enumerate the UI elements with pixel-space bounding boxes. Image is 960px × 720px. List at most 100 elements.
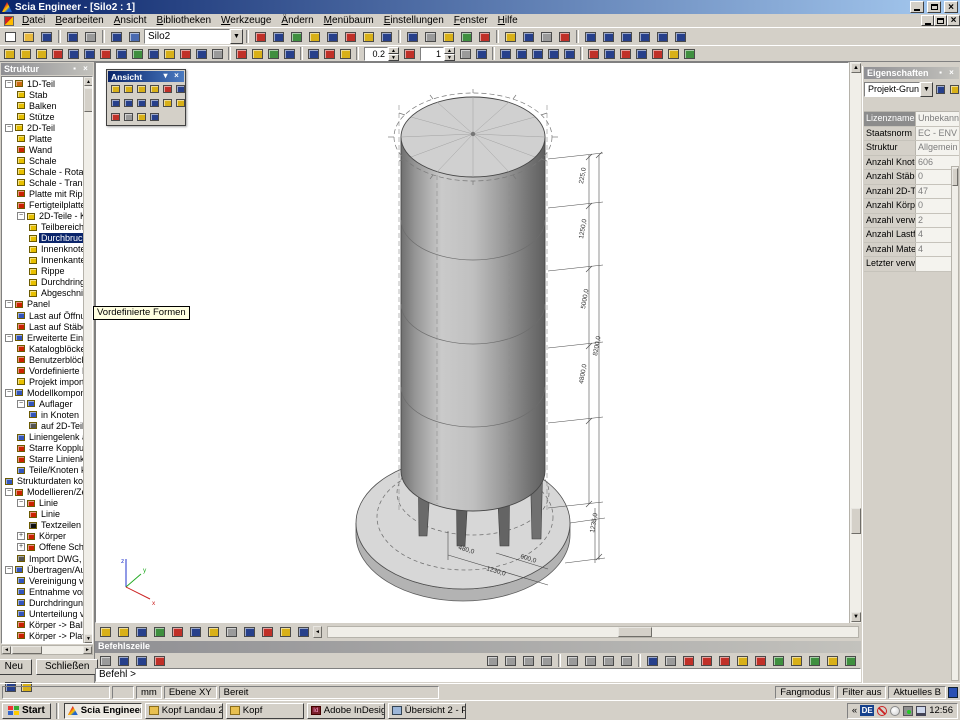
shrink-members-icon[interactable]: [241, 625, 258, 640]
libraries-icon[interactable]: [270, 29, 287, 44]
node-tool-1-icon[interactable]: [564, 653, 581, 668]
collapse-icon[interactable]: −: [17, 212, 25, 220]
spinner-down-icon[interactable]: ▼: [388, 54, 399, 61]
tree-vertical-scrollbar[interactable]: ▲ ▼: [83, 77, 92, 643]
display-tray-icon[interactable]: [916, 706, 926, 716]
scale-spinner[interactable]: 0.2 ▲▼: [364, 46, 399, 61]
status-color-chip[interactable]: [948, 687, 958, 698]
loads-display-icon[interactable]: [151, 625, 168, 640]
redo-icon[interactable]: [82, 29, 99, 44]
material-icon[interactable]: [634, 47, 649, 61]
active-project-combo[interactable]: Silo2 ▼: [144, 29, 243, 44]
work-plane-icon[interactable]: [338, 47, 353, 61]
tree-item-unterteilung-von[interactable]: Unterteilung von: [2, 608, 83, 619]
view-x-icon[interactable]: [109, 83, 121, 95]
tree-item-übertragen-aufteilen[interactable]: −Übertragen/Aufteilen: [2, 564, 83, 575]
zoom-minus-icon[interactable]: [250, 47, 265, 61]
child-close-button[interactable]: ×: [947, 15, 960, 26]
print-icon[interactable]: [404, 29, 421, 44]
tree-hscroll-thumb[interactable]: [12, 646, 42, 654]
collapse-icon[interactable]: −: [5, 488, 13, 496]
pan-view-icon[interactable]: [266, 47, 281, 61]
tree-item-körper-balken[interactable]: Körper -> Balken: [2, 619, 83, 630]
snap-center-icon[interactable]: [752, 653, 769, 668]
tree-horizontal-scrollbar[interactable]: ◄ ►: [1, 645, 93, 655]
tree-item-innenkante[interactable]: Innenkante: [2, 255, 83, 266]
property-row[interactable]: Anzahl Körper:0: [864, 199, 959, 214]
tree-item-textzeilen[interactable]: Textzeilen: [2, 520, 83, 531]
no-sign-tray-icon[interactable]: [877, 706, 887, 716]
select-beams-icon[interactable]: [18, 47, 33, 61]
tree-item-schale-translat[interactable]: Schale - Translat: [2, 177, 83, 188]
node-tool-2-icon[interactable]: [582, 653, 599, 668]
tree-item-platte-mit-rippen[interactable]: Platte mit Rippen: [2, 188, 83, 199]
viewport-vertical-scrollbar[interactable]: ▲ ▼: [849, 62, 861, 623]
user-axes-icon[interactable]: [178, 47, 193, 61]
image-gallery-icon[interactable]: [342, 29, 359, 44]
masses-icon[interactable]: [530, 47, 545, 61]
tree-item-vordefinierte-for[interactable]: Vordefinierte For: [2, 365, 83, 376]
view-params-icon[interactable]: [295, 625, 312, 640]
taskbar-task-paint[interactable]: Übersicht 2 - Paint: [388, 703, 466, 719]
scroll-left-icon[interactable]: ◄: [2, 646, 11, 654]
spinner-down-icon[interactable]: ▼: [444, 54, 455, 61]
menu-einstellungen[interactable]: Einstellungen: [379, 14, 449, 27]
document-system-icon[interactable]: [4, 16, 14, 26]
chevron-down-icon[interactable]: ▼: [920, 82, 933, 97]
tree-item-körper[interactable]: +Körper: [2, 531, 83, 542]
ansicht-palette[interactable]: Ansicht ▾ ×: [106, 69, 186, 126]
trim-tool-icon[interactable]: [600, 653, 617, 668]
tree-item-schale[interactable]: Schale: [2, 155, 83, 166]
snap-point-icon[interactable]: [115, 653, 132, 668]
new-document-icon[interactable]: [2, 29, 19, 44]
snap-orthogonal-icon[interactable]: [788, 653, 805, 668]
tree-item-last-auf-stäbe[interactable]: Last auf Stäbe: [2, 321, 83, 332]
tree-item-körper-platte-w[interactable]: Körper -> Platte/W: [2, 630, 83, 641]
clip-box-icon[interactable]: [109, 111, 121, 123]
spinner-up-icon[interactable]: ▲: [388, 47, 399, 54]
scroll-down-icon[interactable]: ▼: [84, 634, 93, 643]
tree-item-2d-teile-kompo[interactable]: −2D-Teile - Kompo: [2, 211, 83, 222]
snap-intersection-icon[interactable]: [734, 653, 751, 668]
tree-item-innenknoten[interactable]: Innenknoten: [2, 244, 83, 255]
close-icon[interactable]: ×: [172, 72, 181, 81]
clip-off-icon[interactable]: [122, 111, 134, 123]
tree-item-wand[interactable]: Wand: [2, 144, 83, 155]
expand-icon[interactable]: +: [17, 532, 25, 540]
results-icon[interactable]: [562, 47, 577, 61]
language-indicator[interactable]: DE: [860, 705, 874, 716]
new-button[interactable]: Neu: [0, 659, 32, 675]
load-panel-icon[interactable]: [498, 47, 513, 61]
view-perspective-icon[interactable]: [161, 83, 173, 95]
xml-io-icon[interactable]: [306, 29, 323, 44]
tree-item-linie[interactable]: Linie: [2, 509, 83, 520]
properties-scrollbar[interactable]: [951, 166, 959, 681]
tree-item-projekt-importiere[interactable]: Projekt importiere: [2, 376, 83, 387]
show-selection-icon[interactable]: [934, 83, 947, 96]
status-face-tray-icon[interactable]: [890, 706, 900, 716]
select-nodes-icon[interactable]: [2, 47, 17, 61]
scroll-up-icon[interactable]: ▲: [84, 77, 93, 86]
model-data-icon[interactable]: [259, 625, 276, 640]
tree-item-offene-schale[interactable]: +Offene Schale: [2, 542, 83, 553]
collapse-icon[interactable]: −: [5, 334, 13, 342]
menu-ansicht[interactable]: Ansicht: [109, 14, 152, 27]
rotate-icon[interactable]: [210, 47, 225, 61]
measure-icon[interactable]: [130, 47, 145, 61]
tree-item-durchdringung-vo[interactable]: Durchdringung vo: [2, 597, 83, 608]
property-row[interactable]: Anzahl 2D-Tei...47: [864, 185, 959, 200]
snap-tangent-icon[interactable]: [770, 653, 787, 668]
close-panel-button[interactable]: Schließen: [36, 659, 98, 675]
model-viewport[interactable]: 225,0 1250,0 5000,0 4800,0 8200,0 1235,0…: [95, 62, 849, 623]
member-properties-icon[interactable]: [586, 47, 601, 61]
tree-item-1d-teil[interactable]: −1D-Teil: [2, 78, 83, 89]
menu-hilfe[interactable]: Hilfe: [493, 14, 523, 27]
property-row[interactable]: Anzahl Materi...4: [864, 243, 959, 258]
select-arrow-icon[interactable]: [97, 653, 114, 668]
select-add-icon[interactable]: [50, 47, 65, 61]
tree-item-vereinigung-von[interactable]: Vereinigung von: [2, 575, 83, 586]
scale-apply-icon[interactable]: [402, 47, 417, 61]
cross-section-icon[interactable]: [618, 47, 633, 61]
layer-command-icon[interactable]: [824, 653, 841, 668]
close-icon[interactable]: ×: [947, 69, 956, 78]
